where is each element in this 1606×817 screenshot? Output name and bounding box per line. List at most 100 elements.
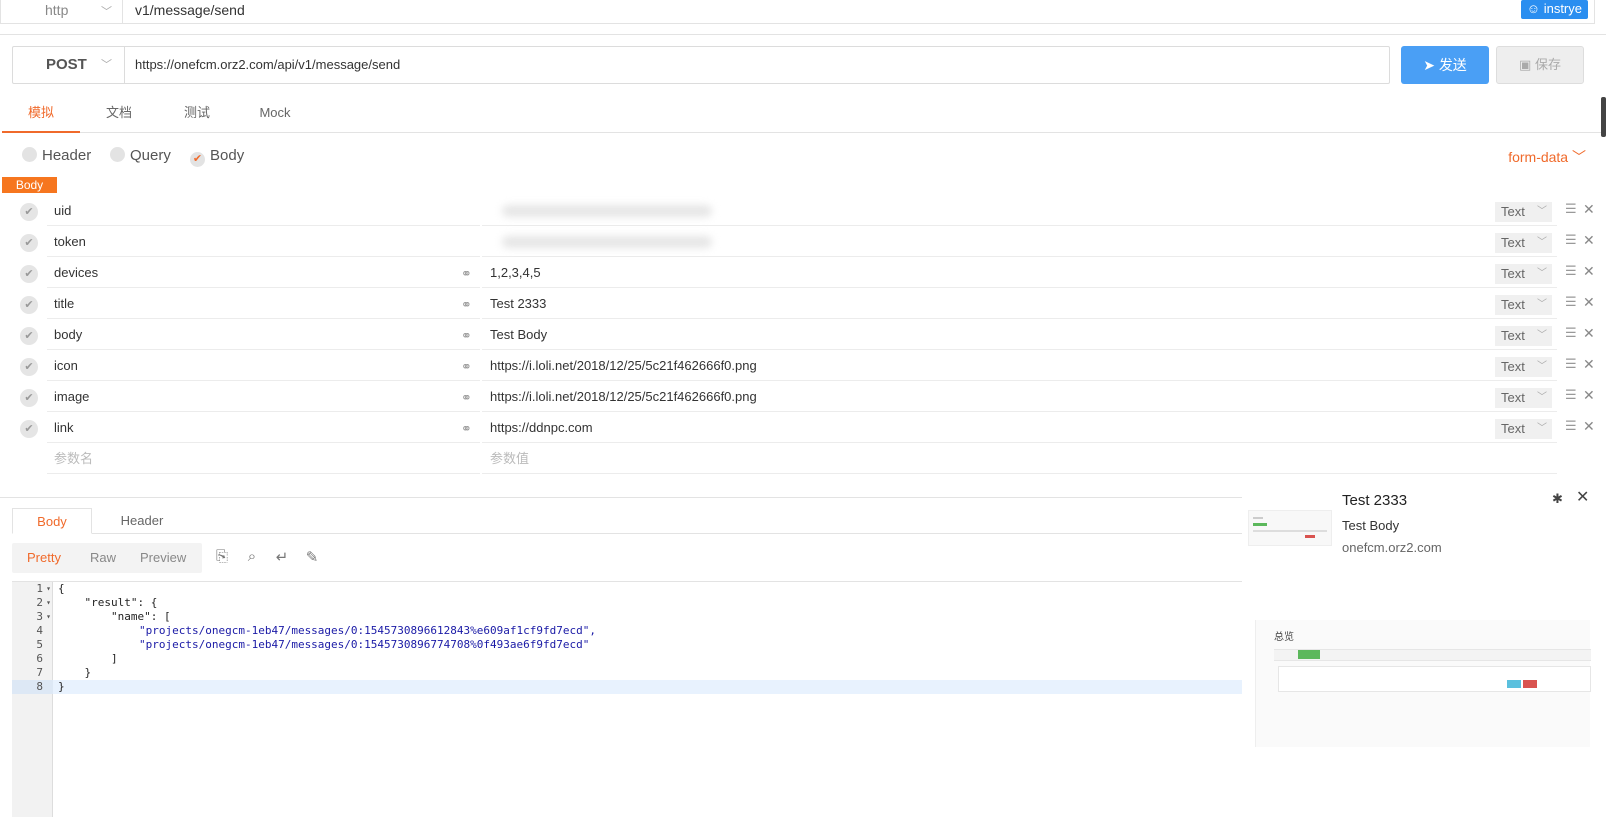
link-icon[interactable]: ⚭ [461,390,472,406]
page-scrollbar[interactable] [1601,97,1606,137]
view-pretty[interactable]: Pretty [27,543,61,573]
check-icon[interactable]: ✔ [20,358,38,376]
new-param-key[interactable]: 参数名 [47,443,480,474]
close-icon[interactable]: ✕ [1583,294,1595,311]
close-icon[interactable]: ✕ [1583,201,1595,218]
close-icon[interactable]: ✕ [1583,356,1595,373]
save-button[interactable]: ▣ 保存 [1496,46,1584,84]
line-number: 8 [12,680,53,694]
param-value[interactable]: 1,2,3,4,5 [482,257,1557,288]
tab-docs[interactable]: 文档 [86,93,152,133]
copy-icon[interactable]: ⎘ [212,548,232,568]
close-icon[interactable]: ✕ [1583,325,1595,342]
radio-header-label: Header [42,147,92,164]
param-value[interactable] [482,195,1557,226]
search-icon[interactable]: ⌕ [242,548,262,568]
param-key[interactable]: uid [47,195,480,226]
param-type-select[interactable]: Text ﹀ [1495,388,1552,408]
param-type-select[interactable]: Text ﹀ [1495,326,1552,346]
send-button[interactable]: ➤ 发送 [1401,46,1489,84]
line-number: 1 ▾ [36,582,51,595]
check-icon[interactable]: ✔ [20,420,38,438]
param-key[interactable]: body [47,319,480,350]
param-value[interactable]: https://ddnpc.com [482,412,1557,443]
menu-icon[interactable]: ☰ [1565,201,1577,217]
link-icon[interactable]: ⚭ [461,359,472,375]
param-key[interactable]: token [47,226,480,257]
code-line: "result": { [58,596,158,609]
code-line: } [58,666,92,679]
method-select[interactable]: POST ﹀ [13,47,125,83]
check-icon[interactable]: ✔ [20,389,38,407]
view-raw[interactable]: Raw [90,543,116,573]
new-param-value[interactable]: 参数值 [482,443,1557,474]
chevron-down-icon: ﹀ [1537,237,1547,248]
format-icon[interactable]: ✎ [302,548,322,568]
param-value[interactable]: https://i.loli.net/2018/12/25/5c21f46266… [482,381,1557,412]
url-input[interactable]: https://onefcm.orz2.com/api/v1/message/s… [135,47,400,83]
param-type-select[interactable]: Text ﹀ [1495,202,1552,222]
view-preview[interactable]: Preview [140,543,186,573]
link-icon[interactable]: ⚭ [461,297,472,313]
wrap-icon[interactable]: ↵ [272,548,292,568]
line-number: 3 ▾ [36,610,51,623]
radio-body[interactable]: ✔ Body [190,147,244,167]
param-key[interactable]: title [47,288,480,319]
dashboard-table [1278,666,1591,692]
param-type: Text [1501,235,1525,250]
check-icon[interactable]: ✔ [20,265,38,283]
check-icon[interactable]: ✔ [20,234,38,252]
close-icon[interactable]: ✕ [1583,232,1595,249]
menu-icon[interactable]: ☰ [1565,356,1577,372]
user-icon: ☺ [1526,1,1541,16]
response-tabs: Body Header [12,508,1242,534]
paper-plane-icon: ➤ [1423,57,1435,73]
param-value[interactable] [482,226,1557,257]
param-key[interactable]: devices [47,257,480,288]
gear-icon[interactable]: ✱ [1552,491,1563,507]
check-icon[interactable]: ✔ [20,203,38,221]
param-type-select[interactable]: Text ﹀ [1495,233,1552,253]
tab-test[interactable]: 测试 [164,93,230,133]
tab-response-body[interactable]: Body [12,508,92,534]
close-icon[interactable]: ✕ [1583,263,1595,280]
body-format-select[interactable]: form-data ﹀ [1508,147,1586,167]
close-icon[interactable]: ✕ [1576,487,1589,507]
menu-icon[interactable]: ☰ [1565,418,1577,434]
tab-response-header[interactable]: Header [102,508,182,534]
param-type-select[interactable]: Text ﹀ [1495,264,1552,284]
protocol-select[interactable]: http ﹀ [1,0,123,23]
push-notification[interactable]: Test 2333 Test Body onefcm.orz2.com ✱ ✕ [1242,487,1606,599]
radio-query[interactable]: Query [110,147,171,164]
menu-icon[interactable]: ☰ [1565,387,1577,403]
menu-icon[interactable]: ☰ [1565,263,1577,279]
param-key[interactable]: link [47,412,480,443]
param-type-select[interactable]: Text ﹀ [1495,419,1552,439]
chevron-down-icon: ﹀ [1537,299,1547,310]
param-key[interactable]: image [47,381,480,412]
check-icon[interactable]: ✔ [20,296,38,314]
chevron-down-icon: ﹀ [1537,361,1547,372]
tab-simulate[interactable]: 模拟 [2,93,80,133]
response-editor[interactable]: 1 ▾ 2 ▾ 3 ▾ 4 5 6 7 8 { "result": { "name":… [12,581,1242,817]
param-value[interactable]: Test 2333 [482,288,1557,319]
link-icon[interactable]: ⚭ [461,328,472,344]
link-icon[interactable]: ⚭ [461,266,472,282]
line-gutter: 1 ▾ 2 ▾ 3 ▾ 4 5 6 7 8 [12,582,53,817]
param-key[interactable]: icon [47,350,480,381]
fold-icon: ▾ [46,612,51,621]
param-value[interactable]: Test Body [482,319,1557,350]
menu-icon[interactable]: ☰ [1565,294,1577,310]
menu-icon[interactable]: ☰ [1565,232,1577,248]
menu-icon[interactable]: ☰ [1565,325,1577,341]
param-value[interactable]: https://i.loli.net/2018/12/25/5c21f46266… [482,350,1557,381]
close-icon[interactable]: ✕ [1583,418,1595,435]
check-icon[interactable]: ✔ [20,327,38,345]
radio-header[interactable]: Header [22,147,91,164]
param-type-select[interactable]: Text ﹀ [1495,357,1552,377]
close-icon[interactable]: ✕ [1583,387,1595,404]
user-badge[interactable]: ☺ instrye [1520,0,1588,19]
param-type-select[interactable]: Text ﹀ [1495,295,1552,315]
link-icon[interactable]: ⚭ [461,421,472,437]
tab-mock[interactable]: Mock [242,93,308,133]
